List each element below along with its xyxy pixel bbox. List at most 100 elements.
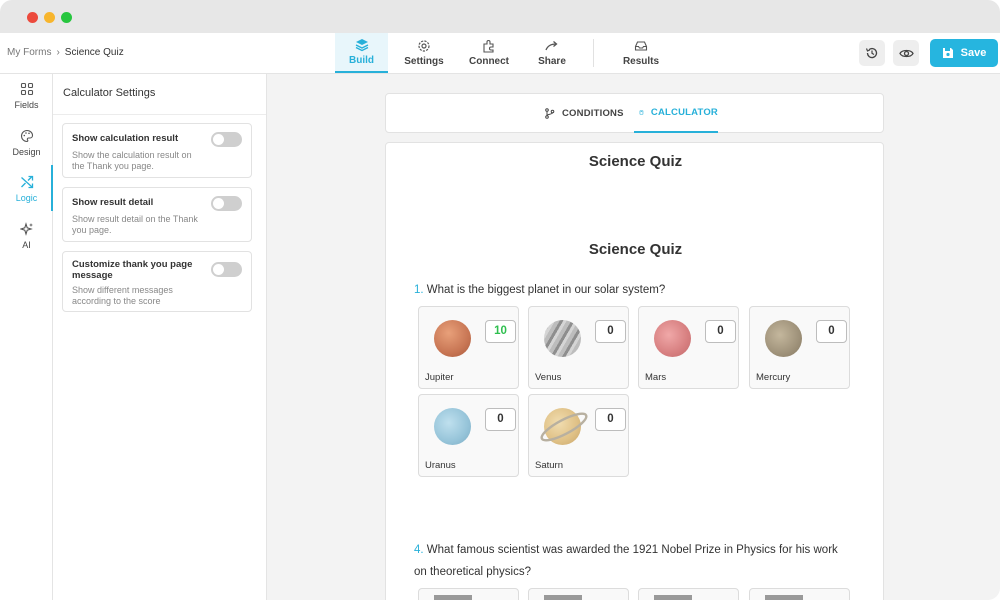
nav-share-label: Share	[538, 56, 566, 67]
maximize-window-button[interactable]	[61, 12, 72, 23]
option-label: Venus	[535, 372, 562, 383]
rail-logic-label: Logic	[15, 193, 38, 203]
rail-fields[interactable]: Fields	[0, 74, 53, 118]
tab-conditions[interactable]: CONDITIONS	[544, 94, 624, 133]
form-header-title: Science Quiz	[588, 153, 683, 170]
option-thumbnail[interactable]	[749, 588, 850, 600]
layers-icon	[355, 39, 368, 52]
show-result-detail-toggle[interactable]	[211, 196, 242, 211]
option-label: Mars	[645, 372, 667, 383]
preview-button[interactable]	[893, 40, 919, 66]
main-nav: Build Settings Connect Share Results	[335, 33, 687, 73]
save-button[interactable]: Save	[930, 39, 998, 67]
option-saturn[interactable]: 0 Saturn	[528, 394, 629, 477]
score-input[interactable]: 0	[705, 320, 736, 343]
setting-title: Show calculation result	[72, 133, 179, 144]
option-mars[interactable]: 0 Mars	[638, 306, 739, 389]
logic-tabs: CONDITIONS CALCULATOR	[385, 93, 884, 133]
uranus-image	[434, 408, 471, 445]
score-input[interactable]: 0	[595, 408, 626, 431]
minimize-window-button[interactable]	[44, 12, 55, 23]
option-label: Jupiter	[425, 372, 454, 383]
setting-description: Show result detail on the Thank you page…	[72, 214, 198, 235]
score-input[interactable]: 0	[595, 320, 626, 343]
nav-build-label: Build	[349, 55, 374, 66]
jupiter-image	[434, 320, 471, 357]
palette-icon	[20, 129, 33, 143]
option-thumbnail[interactable]	[528, 588, 629, 600]
calculator-icon	[639, 110, 644, 115]
setting-title: Show result detail	[72, 197, 154, 208]
setting-description: Show the calculation result on the Thank…	[72, 150, 192, 171]
question-text: What famous scientist was awarded the 19…	[414, 544, 838, 578]
rail-logic[interactable]: Logic	[0, 167, 53, 211]
rail-design[interactable]: Design	[0, 121, 53, 165]
setting-show-calculation-result: Show calculation result Show the calcula…	[62, 123, 252, 178]
breadcrumb: My Forms › Science Quiz	[7, 47, 124, 58]
tab-calculator[interactable]: CALCULATOR	[634, 94, 718, 133]
floppy-disk-icon	[942, 48, 953, 58]
show-calculation-result-toggle[interactable]	[211, 132, 242, 147]
nav-results[interactable]: Results	[595, 33, 687, 73]
app-window: My Forms › Science Quiz Build Settings C…	[0, 0, 1000, 600]
rail-ai[interactable]: AI	[0, 214, 53, 258]
title-bar	[0, 0, 1000, 33]
rail-ai-label: AI	[22, 240, 31, 250]
close-window-button[interactable]	[27, 12, 38, 23]
top-toolbar: My Forms › Science Quiz Build Settings C…	[0, 33, 1000, 74]
scientist-image	[544, 595, 582, 600]
form-canvas: CONDITIONS CALCULATOR Science Quiz Scien…	[267, 74, 1000, 600]
tab-calculator-label: CALCULATOR	[650, 107, 718, 118]
branch-icon	[545, 108, 555, 119]
option-mercury[interactable]: 0 Mercury	[749, 306, 850, 389]
option-thumbnail[interactable]	[418, 588, 519, 600]
mercury-image	[765, 320, 802, 357]
breadcrumb-current: Science Quiz	[64, 47, 124, 58]
option-label: Uranus	[425, 460, 456, 471]
nav-connect[interactable]: Connect	[460, 33, 518, 73]
panel-divider	[53, 114, 266, 115]
option-venus[interactable]: 0 Venus	[528, 306, 629, 389]
question-1: 1. What is the biggest planet in our sol…	[414, 279, 844, 301]
breadcrumb-separator: ›	[56, 47, 60, 58]
rail-design-label: Design	[12, 147, 41, 157]
grid-icon	[20, 82, 33, 96]
left-rail: Fields Design Logic AI	[0, 74, 53, 600]
setting-description: Show different messages according to the…	[72, 285, 173, 306]
score-input[interactable]: 0	[816, 320, 847, 343]
customize-thank-you-toggle[interactable]	[211, 262, 242, 277]
scientist-image	[765, 595, 803, 600]
form-preview: Science Quiz Science Quiz 1. What is the…	[385, 142, 884, 600]
score-input[interactable]: 0	[485, 408, 516, 431]
venus-image	[544, 320, 581, 357]
score-input[interactable]: 10	[485, 320, 516, 343]
mars-image	[654, 320, 691, 357]
puzzle-icon	[483, 40, 494, 53]
scientist-image	[434, 595, 472, 600]
history-button[interactable]	[859, 40, 885, 66]
form-title: Science Quiz	[588, 241, 683, 258]
option-jupiter[interactable]: 10 Jupiter	[418, 306, 519, 389]
breadcrumb-my-forms[interactable]: My Forms	[7, 47, 51, 58]
nav-share[interactable]: Share	[518, 33, 586, 73]
save-label: Save	[960, 47, 987, 59]
option-thumbnail[interactable]	[638, 588, 739, 600]
inbox-icon	[634, 41, 648, 51]
option-uranus[interactable]: 0 Uranus	[418, 394, 519, 477]
rail-fields-label: Fields	[14, 100, 39, 110]
nav-settings-label: Settings	[404, 56, 444, 67]
nav-results-label: Results	[622, 56, 660, 67]
question-number: 4.	[414, 544, 424, 556]
question-number: 1.	[414, 284, 424, 296]
question-4: 4. What famous scientist was awarded the…	[414, 539, 844, 583]
nav-build[interactable]: Build	[335, 33, 388, 73]
setting-customize-thank-you: Customize thank you page message Show di…	[62, 251, 252, 312]
panel-title: Calculator Settings	[63, 87, 156, 99]
gear-icon	[418, 40, 430, 52]
tab-conditions-label: CONDITIONS	[562, 108, 624, 119]
nav-connect-label: Connect	[469, 56, 509, 67]
nav-divider	[593, 39, 594, 67]
eye-icon	[898, 49, 914, 57]
nav-settings[interactable]: Settings	[388, 33, 460, 73]
calculator-settings-panel: Calculator Settings Show calculation res…	[53, 74, 267, 600]
